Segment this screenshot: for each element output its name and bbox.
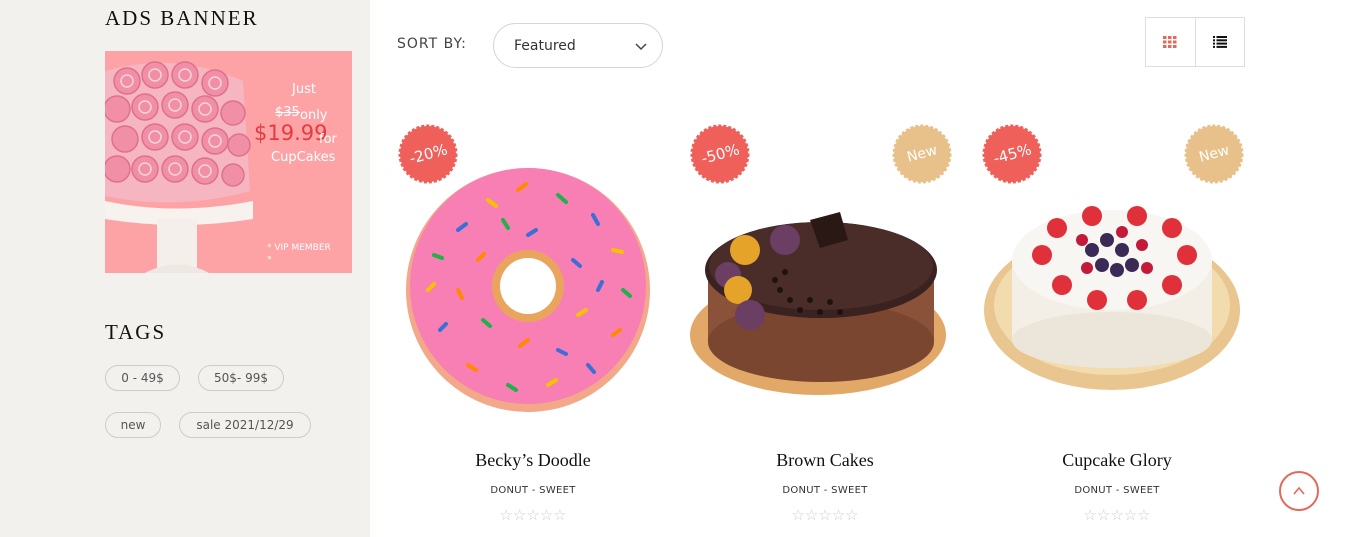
chevron-down-icon <box>635 43 647 51</box>
ads-banner-title: ADS BANNER <box>105 6 259 30</box>
discount-badge: -20% <box>398 124 458 184</box>
tag-sale-date[interactable]: sale 2021/12/29 <box>179 412 311 438</box>
product-name[interactable]: Becky’s Doodle <box>398 450 668 471</box>
product-card[interactable]: -50% New Brown Cakes DONUT - SWEET ☆☆☆☆☆ <box>690 120 960 537</box>
tags-title: TAGS <box>105 320 167 344</box>
list-view-button[interactable] <box>1194 18 1244 66</box>
banner-for-text: for <box>319 132 337 147</box>
scroll-to-top-button[interactable] <box>1279 471 1319 511</box>
product-rating: ☆☆☆☆☆ <box>791 506 859 524</box>
product-name[interactable]: Cupcake Glory <box>982 450 1252 471</box>
new-badge: New <box>1184 124 1244 184</box>
banner-product-text: CupCakes <box>271 150 336 165</box>
grid-view-button[interactable] <box>1146 18 1195 66</box>
list-icon <box>1212 36 1227 48</box>
sort-label: SORT BY: <box>397 36 467 52</box>
banner-vip-text: * VIP MEMBER * <box>267 243 331 265</box>
product-rating: ☆☆☆☆☆ <box>1083 506 1151 524</box>
product-category: DONUT - SWEET <box>1074 485 1160 496</box>
ads-banner[interactable]: Just $35 only $19.99 for CupCakes * VIP … <box>105 51 352 273</box>
banner-just-text: Just <box>292 82 316 97</box>
sort-selected-value: Featured <box>514 37 576 54</box>
chevron-up-icon <box>1293 486 1305 495</box>
sort-select[interactable]: Featured <box>493 23 663 68</box>
banner-old-price: $35 <box>275 105 300 120</box>
product-card[interactable]: -20% Becky’s Doodle DONUT - SWEET ☆☆☆☆☆ <box>398 120 668 537</box>
sidebar: ADS BANNER Just $35 only $19.99 for CupC… <box>0 0 370 537</box>
product-name[interactable]: Brown Cakes <box>690 450 960 471</box>
tag-new[interactable]: new <box>105 412 161 438</box>
tag-50-99[interactable]: 50$- 99$ <box>198 365 284 391</box>
new-badge: New <box>892 124 952 184</box>
product-category: DONUT - SWEET <box>490 485 576 496</box>
view-toggle <box>1145 17 1245 67</box>
discount-badge: -45% <box>982 124 1042 184</box>
grid-icon <box>1163 36 1177 48</box>
banner-price: $19.99 <box>254 121 328 145</box>
product-rating: ☆☆☆☆☆ <box>499 506 567 524</box>
tag-0-49[interactable]: 0 - 49$ <box>105 365 180 391</box>
product-card[interactable]: -45% New Cupcake Glory DONUT - SWEET ☆☆☆… <box>982 120 1252 537</box>
discount-badge: -50% <box>690 124 750 184</box>
product-category: DONUT - SWEET <box>782 485 868 496</box>
